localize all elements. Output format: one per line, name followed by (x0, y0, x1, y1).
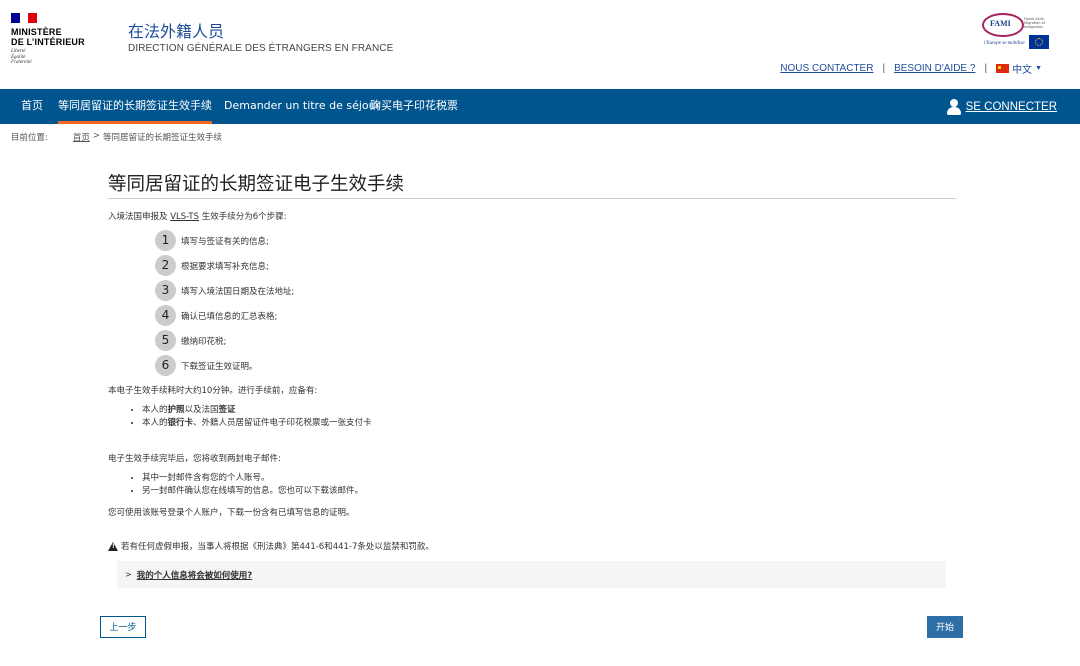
site-subtitle: DIRECTION GÉNÉRALE DES ÉTRANGERS EN FRAN… (128, 43, 394, 54)
step-label: 下载签证生效证明。 (181, 361, 258, 372)
list-item: 其中一封邮件含有您的个人账号。 (142, 472, 363, 485)
step-item: 1 填写与签证有关的信息; (155, 230, 269, 251)
china-flag-icon (996, 64, 1010, 73)
list-item: 另一封邮件确认您在线填写的信息。您也可以下载该邮件。 (142, 485, 363, 498)
fami-logo: FAMI Fonds Asile, Migration et Intégrati… (982, 13, 1050, 49)
step-number: 4 (155, 305, 176, 326)
main-nav: 首页 等同居留证的长期签证生效手续 Demander un titre de s… (0, 89, 1080, 124)
emails-list: 其中一封邮件含有您的个人账号。 另一封邮件确认您在线填写的信息。您也可以下载该邮… (142, 472, 363, 498)
login-text: 您可使用该账号登录个人账户，下载一份含有已填写信息的证明。 (108, 508, 355, 518)
breadcrumb: 目前位置: 首页 > 等同居留证的长期签证生效手续 (11, 131, 222, 143)
breadcrumb-current: 等同居留证的长期签证生效手续 (103, 133, 223, 143)
step-label: 填写入境法国日期及在法地址; (181, 286, 295, 297)
step-item: 3 填写入境法国日期及在法地址; (155, 280, 294, 301)
link-separator: | (984, 63, 988, 74)
step-label: 根据要求填写补充信息; (181, 261, 269, 272)
site-title[interactable]: 在法外籍人员 (128, 18, 224, 42)
nav-item-residence-permit[interactable]: Demander un titre de séjour (224, 89, 380, 124)
nav-item-visa-validation[interactable]: 等同居留证的长期签证生效手续 (58, 89, 212, 124)
previous-button[interactable]: 上一步 (100, 616, 146, 638)
duration-text: 本电子生效手续耗时大约10分钟。进行手续前，应备有: (108, 386, 318, 396)
fami-fullname: Fonds Asile, Migration et Intégration (1024, 17, 1046, 29)
warning-notice: 若有任何虚假申报，当事人将根据《刑法典》第441-6和441-7条处以监禁和罚款… (108, 540, 434, 552)
accordion-label[interactable]: 我的个人信息将会被如何使用? (137, 569, 252, 581)
language-label: 中文 (1012, 65, 1033, 76)
marianne-flag-icon (11, 13, 37, 23)
list-item: 本人的银行卡、外籍人员居留证件电子印花税票或一张支付卡 (142, 417, 372, 430)
warning-text: 若有任何虚假申报，当事人将根据《刑法典》第441-6和441-7条处以监禁和罚款… (121, 542, 434, 552)
list-item: 本人的护照以及法国签证 (142, 404, 372, 417)
step-item: 6 下载签证生效证明。 (155, 355, 258, 376)
warning-icon (108, 541, 118, 551)
help-link[interactable]: BESOIN D'AIDE ? (894, 63, 975, 74)
step-number: 2 (155, 255, 176, 276)
site-header: MINISTÈRE DE L’INTÉRIEUR Liberté Égalité… (0, 0, 1080, 89)
header-links: NOUS CONTACTER | BESOIN D'AIDE ? | 中文 ▼ (780, 61, 1042, 76)
step-number: 3 (155, 280, 176, 301)
step-label: 填写与签证有关的信息; (181, 236, 269, 247)
fami-word: FAMI (990, 19, 1011, 28)
link-separator: | (882, 63, 886, 74)
caret-down-icon: ▼ (1035, 65, 1042, 72)
eu-flag-icon (1029, 35, 1049, 49)
login-button[interactable]: SE CONNECTER (946, 89, 1057, 124)
breadcrumb-label: 目前位置: (11, 133, 48, 143)
after-text: 电子生效手续完毕后，您将收到两封电子邮件: (108, 454, 281, 464)
nav-item-home[interactable]: 首页 (21, 89, 43, 124)
login-label: SE CONNECTER (965, 100, 1057, 113)
personal-data-accordion[interactable]: > 我的个人信息将会被如何使用? (117, 561, 946, 588)
breadcrumb-separator: > (92, 131, 101, 141)
vlsts-abbr: VLS-TS (170, 212, 200, 222)
language-selector[interactable]: 中文 ▼ (996, 61, 1042, 76)
user-icon (946, 98, 961, 115)
main-content: 等同居留证的长期签证电子生效手续 入境法国申报及 VLS-TS 生效手续分为6个… (108, 170, 956, 588)
page-title: 等同居留证的长期签证电子生效手续 (108, 170, 956, 199)
step-number: 1 (155, 230, 176, 251)
breadcrumb-home-link[interactable]: 首页 (73, 131, 90, 143)
step-item: 4 确认已填信息的汇总表格; (155, 305, 277, 326)
step-label: 缴纳印花税; (181, 336, 227, 347)
start-button[interactable]: 开始 (927, 616, 963, 638)
chevron-right-icon: > (125, 570, 132, 579)
republic-motto: Liberté Égalité Fraternité (11, 49, 32, 65)
ministry-name: MINISTÈRE DE L’INTÉRIEUR (11, 27, 85, 47)
step-label: 确认已填信息的汇总表格; (181, 311, 278, 322)
ministry-logo[interactable]: MINISTÈRE DE L’INTÉRIEUR Liberté Égalité… (11, 13, 101, 66)
step-number: 5 (155, 330, 176, 351)
fami-slogan: l'Europe se mobilise (984, 41, 1025, 46)
intro-text: 入境法国申报及 VLS-TS 生效手续分为6个步骤: (108, 212, 287, 222)
step-item: 2 根据要求填写补充信息; (155, 255, 269, 276)
nav-item-buy-tax-stamp[interactable]: 购买电子印花税票 (370, 89, 458, 124)
step-item: 5 缴纳印花税; (155, 330, 226, 351)
contact-link[interactable]: NOUS CONTACTER (780, 63, 873, 74)
prepare-list: 本人的护照以及法国签证 本人的银行卡、外籍人员居留证件电子印花税票或一张支付卡 (142, 404, 372, 430)
step-number: 6 (155, 355, 176, 376)
